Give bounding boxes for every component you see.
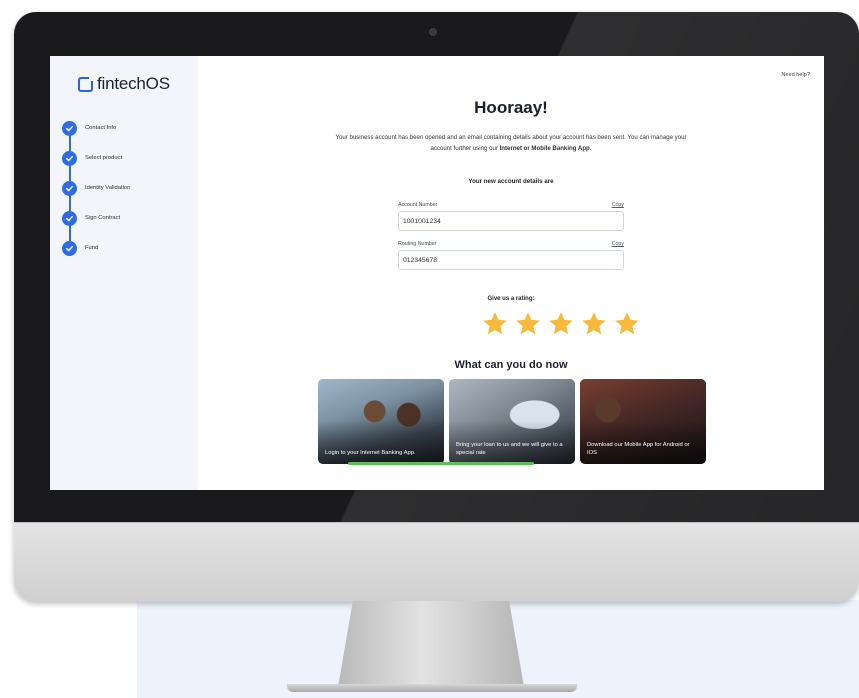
checkmark-icon [62, 180, 77, 196]
star-icon[interactable] [547, 310, 575, 338]
step-list: Contact Info Select product Identity Val… [62, 113, 130, 263]
sidebar: fintechOS Contact Info Select product Id… [50, 56, 198, 490]
step-identity-validation[interactable]: Identity Validation [62, 173, 131, 211]
checkmark-icon [62, 150, 77, 166]
card-overlay [318, 420, 444, 464]
card-internet-banking[interactable]: Login to your Internet Banking App. [318, 379, 444, 464]
star-icon[interactable] [481, 310, 509, 338]
main-content: Need help? Hooraay! Your business accoun… [198, 56, 824, 490]
logo[interactable]: fintechOS [78, 74, 170, 94]
page-title: Hooraay! [474, 98, 548, 117]
step-label: Select product [85, 155, 123, 161]
star-icon[interactable] [613, 310, 641, 338]
routing-number-input[interactable]: 012345678 [398, 250, 624, 270]
card-loan-offer[interactable]: Bring your loan to us and we will give t… [449, 379, 575, 464]
routing-number-field: Routing Number Copy 012345678 [398, 241, 624, 270]
monitor-chin [14, 522, 859, 602]
monitor-stand [338, 601, 524, 687]
step-label: Sign Contract [85, 215, 121, 221]
step-fund[interactable]: Fund [62, 233, 130, 263]
account-number-field: Account Number Copy 1001001234 [398, 202, 624, 231]
checkmark-icon [62, 240, 77, 256]
monitor-stand-base [287, 684, 577, 692]
card-mobile-app[interactable]: Download our Mobile App for Android or I… [580, 379, 706, 464]
routing-number-label: Routing Number [398, 241, 437, 247]
account-number-input[interactable]: 1001001234 [398, 211, 624, 231]
rating-label: Give us a rating: [487, 296, 535, 302]
account-details-heading: Your new account details are [468, 178, 554, 185]
logo-icon [78, 74, 95, 92]
card-text: Download our Mobile App for Android or I… [587, 442, 690, 456]
account-number-label: Account Number [398, 202, 438, 208]
intro-text-end: . [589, 145, 592, 152]
copy-routing-number-button[interactable]: Copy [612, 241, 624, 250]
app-screen: fintechOS Contact Info Select product Id… [50, 56, 824, 490]
intro-text-emphasis: Internet or Mobile Banking App [499, 145, 590, 152]
card-text: Bring your loan to us and we will give t… [456, 442, 563, 456]
scroll-indicator [348, 462, 534, 465]
step-label: Identity Validation [85, 185, 131, 191]
need-help-link[interactable]: Need help? [781, 72, 810, 78]
intro-text: Your business account has been opened an… [328, 132, 694, 154]
step-select-product[interactable]: Select product [62, 143, 130, 181]
camera-icon [429, 28, 437, 36]
copy-account-number-button[interactable]: Copy [612, 202, 624, 211]
what-now-heading: What can you do now [454, 359, 568, 371]
checkmark-icon [62, 120, 77, 136]
star-rating[interactable] [481, 310, 641, 338]
step-sign-contract[interactable]: Sign Contract [62, 203, 130, 241]
step-label: Contact Info [85, 125, 117, 131]
card-text: Login to your Internet Banking App. [325, 450, 416, 456]
star-icon[interactable] [514, 310, 542, 338]
star-icon[interactable] [580, 310, 608, 338]
logo-text: fintechOS [97, 74, 170, 93]
checkmark-icon [62, 210, 77, 226]
step-contact-info[interactable]: Contact Info [62, 113, 130, 151]
step-label: Fund [85, 245, 99, 251]
action-cards: Login to your Internet Banking App. Brin… [318, 379, 706, 464]
